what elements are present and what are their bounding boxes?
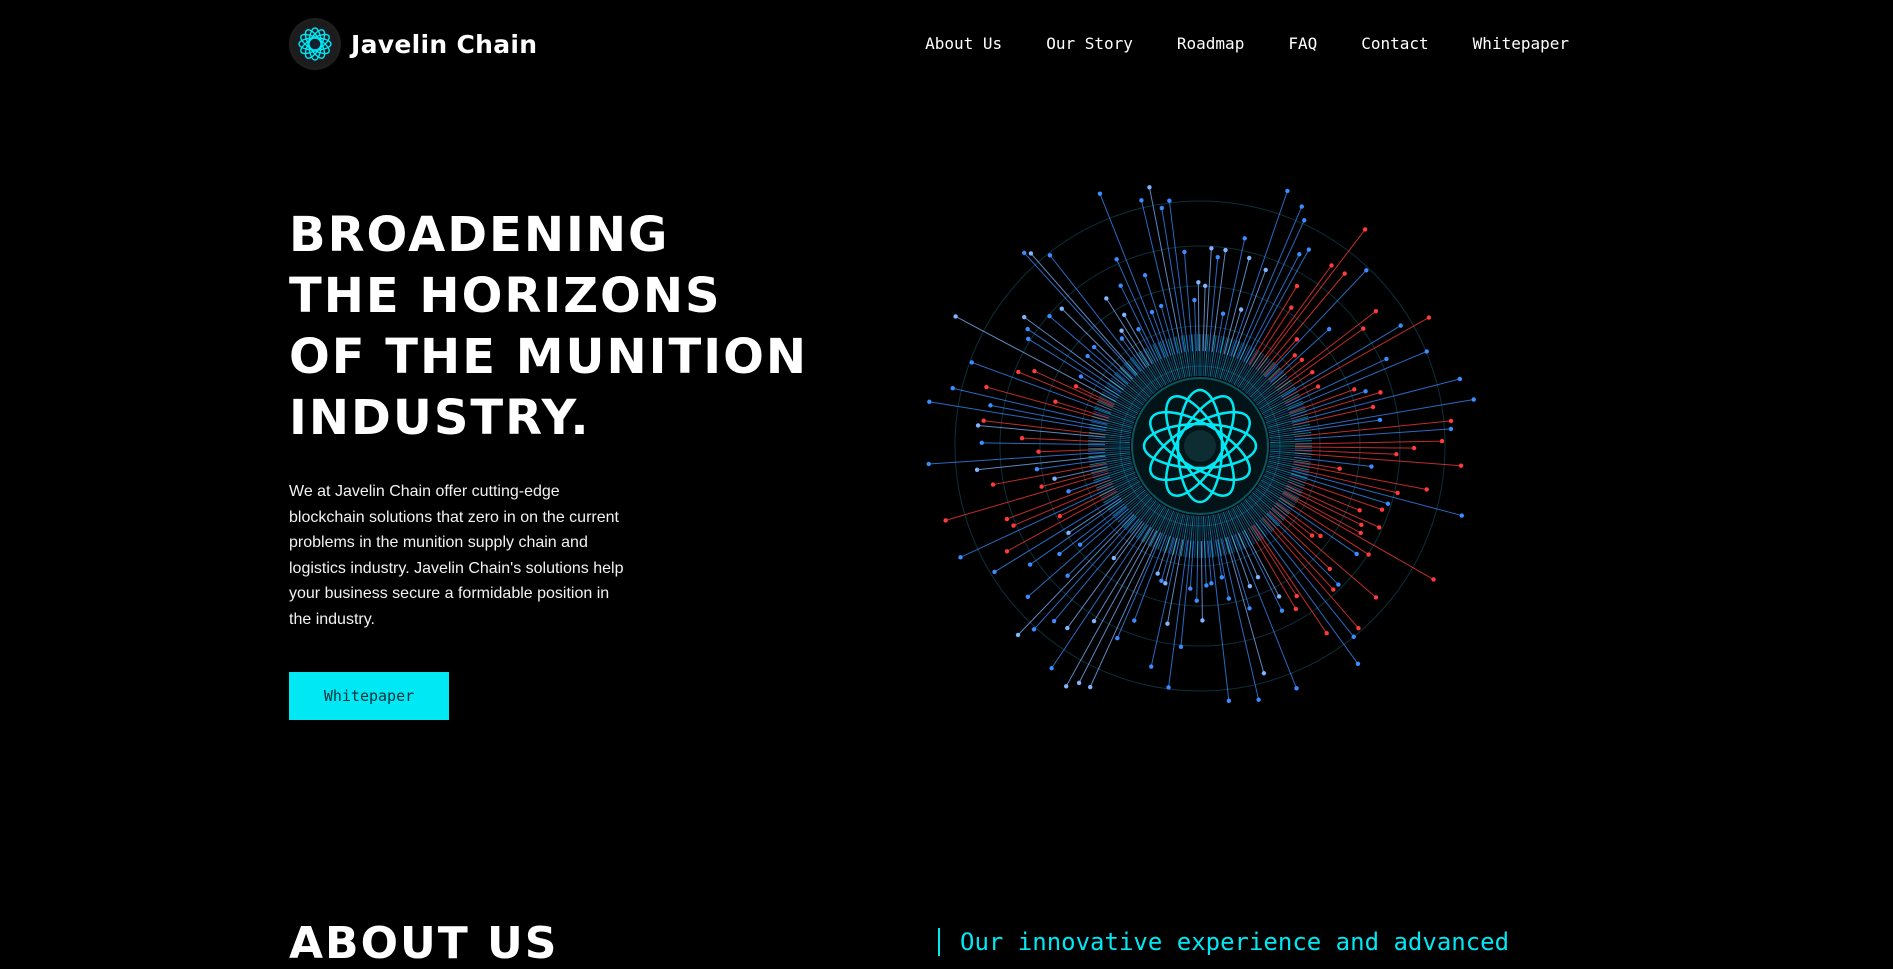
- nav-contact[interactable]: Contact: [1361, 34, 1428, 53]
- brand-logo-link[interactable]: Javelin Chain: [289, 18, 537, 70]
- nav-our-story[interactable]: Our Story: [1046, 34, 1133, 53]
- hero-title-line: THE HORIZONS: [289, 268, 722, 324]
- nav-whitepaper[interactable]: Whitepaper: [1473, 34, 1569, 53]
- radial-data-burst-icon: [900, 160, 1500, 740]
- about-section-title: ABOUT US: [289, 918, 559, 969]
- about-quote: Our innovative experience and advanced: [938, 928, 1509, 956]
- nav-about-us[interactable]: About Us: [925, 34, 1002, 53]
- main-nav: About Us Our Story Roadmap FAQ Contact W…: [925, 34, 1569, 53]
- atom-rosette-icon: [289, 18, 341, 70]
- hero-title: BROADENING THE HORIZONS OF THE MUNITION …: [289, 205, 808, 449]
- hero-title-line: OF THE MUNITION: [289, 329, 809, 385]
- nav-faq[interactable]: FAQ: [1288, 34, 1317, 53]
- brand-name: Javelin Chain: [351, 29, 538, 59]
- hero-title-line: BROADENING: [289, 207, 670, 263]
- site-header: Javelin Chain About Us Our Story Roadmap…: [0, 0, 1893, 90]
- hero-description: We at Javelin Chain offer cutting-edge b…: [289, 483, 624, 628]
- nav-roadmap[interactable]: Roadmap: [1177, 34, 1244, 53]
- whitepaper-button[interactable]: Whitepaper: [289, 672, 449, 720]
- hero-title-line: INDUSTRY.: [289, 390, 591, 446]
